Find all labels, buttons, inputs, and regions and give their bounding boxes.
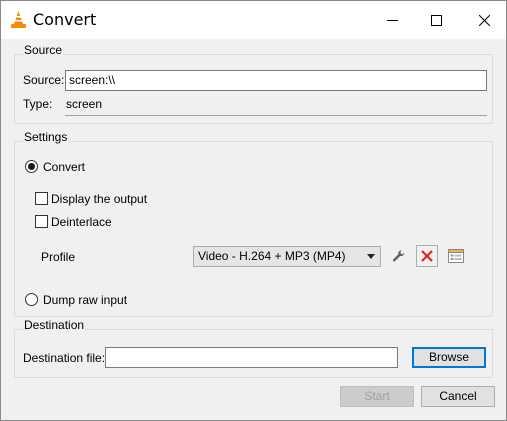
deinterlace-checkbox[interactable] xyxy=(35,215,48,228)
source-label: Source: xyxy=(23,73,65,87)
dump-raw-radio[interactable] xyxy=(25,293,38,306)
start-button[interactable]: Start xyxy=(340,386,414,407)
convert-radio[interactable] xyxy=(25,160,38,173)
cancel-button[interactable]: Cancel xyxy=(421,386,495,407)
dump-raw-label: Dump raw input xyxy=(43,293,128,307)
browse-button[interactable]: Browse xyxy=(412,347,486,368)
display-output-checkbox[interactable] xyxy=(35,192,48,205)
settings-group-title: Settings xyxy=(23,130,69,144)
profile-label: Profile xyxy=(41,250,76,264)
type-value: screen xyxy=(66,97,103,111)
destination-file-label: Destination file: xyxy=(23,351,106,365)
profile-select[interactable]: Video - H.264 + MP3 (MP4) xyxy=(193,246,381,267)
delete-x-icon xyxy=(421,250,433,262)
edit-profile-button[interactable] xyxy=(388,245,410,267)
delete-profile-button[interactable] xyxy=(416,245,438,267)
title-bar[interactable]: Convert xyxy=(1,1,506,39)
destination-file-input[interactable] xyxy=(105,347,398,368)
maximize-icon xyxy=(430,14,442,26)
close-button[interactable] xyxy=(461,1,507,39)
source-group: Source Source: screen:\\ Type: screen xyxy=(14,43,493,124)
chevron-down-icon xyxy=(367,254,375,259)
profile-selected-value: Video - H.264 + MP3 (MP4) xyxy=(198,249,346,263)
source-group-title: Source xyxy=(23,43,64,57)
destination-group-title: Destination xyxy=(23,318,86,332)
minimize-icon xyxy=(386,19,398,21)
vlc-cone-icon xyxy=(10,11,27,29)
deinterlace-label: Deinterlace xyxy=(51,215,112,229)
settings-group: Settings Convert Display the output Dein… xyxy=(14,130,493,317)
window-title: Convert xyxy=(33,10,97,29)
display-output-label: Display the output xyxy=(51,192,148,206)
new-profile-button[interactable] xyxy=(445,245,467,267)
maximize-button[interactable] xyxy=(413,1,459,39)
wrench-icon xyxy=(392,250,405,262)
profile-list-icon xyxy=(448,249,464,263)
convert-radio-label: Convert xyxy=(43,160,86,174)
minimize-button[interactable] xyxy=(369,1,415,39)
destination-group: Destination Destination file: Browse xyxy=(14,318,493,378)
convert-dialog: Convert Source Source: screen:\\ Type: s… xyxy=(0,0,507,421)
source-separator xyxy=(65,115,487,116)
type-label: Type: xyxy=(23,97,53,111)
source-input[interactable]: screen:\\ xyxy=(65,70,487,91)
close-icon xyxy=(478,14,490,26)
